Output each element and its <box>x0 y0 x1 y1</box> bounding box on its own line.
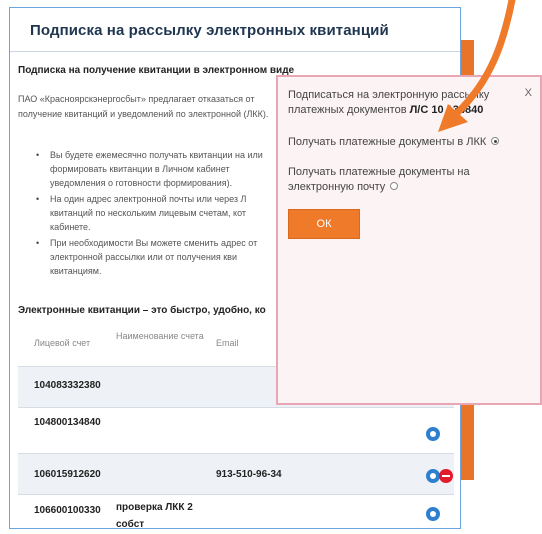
bullet-item: При необходимости Вы можете сменить адре… <box>36 236 280 278</box>
table-row: 104800134840 <box>18 407 454 453</box>
table-row: 106600100330 проверка ЛКК 2 собст <box>18 494 454 529</box>
option-email-label: Получать платежные документы на электрон… <box>288 166 470 193</box>
info-bullet-list: Вы будете ежемесячно получать квитанции … <box>36 148 280 280</box>
arrow-icon <box>438 0 516 132</box>
section-subheading: Подписка на получение квитанции в электр… <box>18 65 295 76</box>
account-number: 104083332380 <box>34 380 101 391</box>
account-number: 104800134840 <box>34 417 101 428</box>
minus-circle-icon[interactable] <box>439 469 453 483</box>
account-name: проверка ЛКК 2 собст <box>116 502 193 529</box>
ok-button[interactable]: ОК <box>288 209 360 239</box>
account-number: 106600100330 <box>34 505 101 516</box>
column-header-name: Наименование счета <box>116 331 204 341</box>
option-email[interactable]: Получать платежные документы на электрон… <box>288 165 518 195</box>
radio-email[interactable] <box>390 182 399 190</box>
table-row: 106015912620 913-510-96-34 <box>18 453 454 494</box>
tagline: Электронные квитанции – это быстро, удоб… <box>18 305 266 316</box>
account-email: 913-510-96-34 <box>216 469 282 480</box>
gear-icon[interactable] <box>426 469 440 483</box>
bullet-item: На один адрес электронной почты или чере… <box>36 192 280 234</box>
intro-text: ПАО «Красноярскэнергосбыт» предлагает от… <box>18 94 269 119</box>
column-header-email: Email <box>216 338 239 348</box>
page-title: Подписка на рассылку электронных квитанц… <box>30 22 389 39</box>
account-number: 106015912620 <box>34 469 101 480</box>
column-header-account: Лицевой счет <box>34 338 91 348</box>
gear-icon[interactable] <box>426 507 440 521</box>
gear-icon[interactable] <box>426 427 440 441</box>
bullet-item: Вы будете ежемесячно получать квитанции … <box>36 148 280 190</box>
